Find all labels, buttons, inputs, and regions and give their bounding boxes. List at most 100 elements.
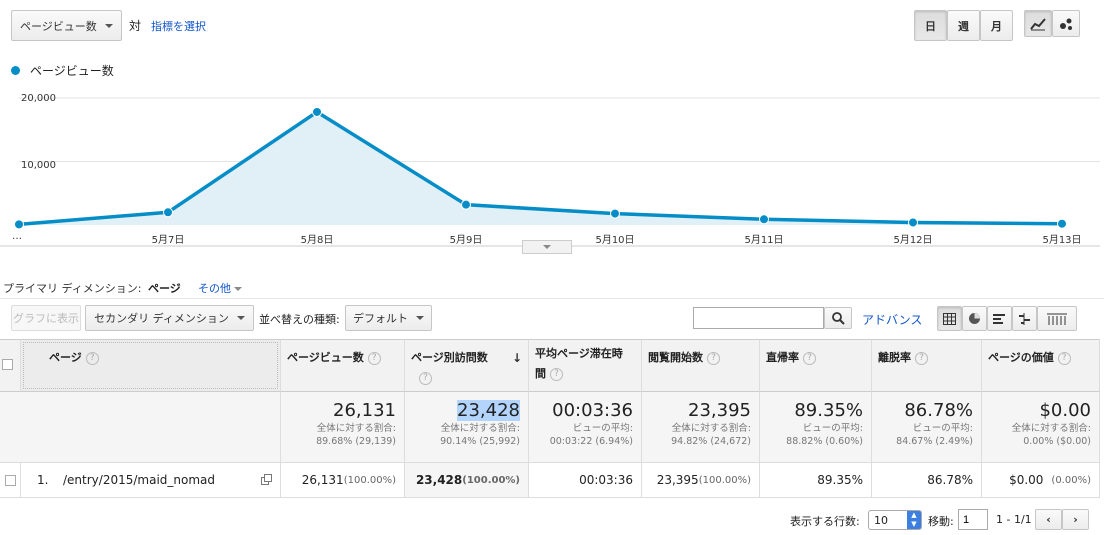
xtick-label: … bbox=[12, 231, 22, 242]
ytick-label-1: 10,000 bbox=[21, 160, 56, 171]
stepper-icon: ▲ ▼ bbox=[907, 511, 921, 529]
help-icon[interactable]: ? bbox=[1057, 351, 1071, 365]
data-point[interactable] bbox=[163, 207, 173, 218]
data-point[interactable] bbox=[14, 219, 24, 230]
goto-label: 移動: bbox=[928, 515, 954, 528]
period-day-button[interactable]: 日 bbox=[914, 10, 947, 41]
header-avg-time[interactable]: 平均ページ滞在時 間? bbox=[529, 339, 642, 392]
view-pivot-button[interactable] bbox=[1037, 306, 1077, 331]
help-icon[interactable]: ? bbox=[419, 371, 432, 385]
row-avg-time: 00:03:36 bbox=[529, 463, 642, 498]
select-all-header bbox=[0, 339, 21, 392]
header-unique-pageviews[interactable]: ページ別訪問数 ↓ ? bbox=[405, 339, 529, 392]
table-icon bbox=[943, 312, 956, 325]
header-bounce-rate[interactable]: 直帰率? bbox=[760, 339, 872, 392]
primary-dimension-other[interactable]: その他 bbox=[198, 280, 242, 296]
sort-label: 並べ替えの種類: bbox=[259, 313, 340, 326]
search-button[interactable] bbox=[824, 307, 852, 329]
xtick-label: 5月7日 bbox=[151, 235, 185, 246]
help-icon[interactable]: ? bbox=[707, 351, 720, 365]
totals-unique-pageviews: 23,428 全体に対する割合: 90.14% (25,992) bbox=[405, 392, 529, 463]
totals-entrances: 23,395 全体に対する割合: 94.82% (24,672) bbox=[642, 392, 760, 463]
pie-chart-icon bbox=[969, 313, 980, 324]
line-chart-button[interactable] bbox=[1024, 10, 1052, 37]
select-metric-link[interactable]: 指標を選択 bbox=[151, 18, 206, 34]
next-page-button[interactable]: › bbox=[1062, 509, 1089, 530]
header-entrances[interactable]: 閲覧開始数? bbox=[642, 339, 760, 392]
primary-dimension-current: ページ bbox=[148, 282, 181, 295]
header-exit-rate[interactable]: 離脱率? bbox=[872, 339, 982, 392]
period-week-button[interactable]: 週 bbox=[947, 10, 980, 41]
help-icon[interactable]: ? bbox=[367, 351, 381, 365]
chevron-down-icon bbox=[543, 245, 551, 249]
legend-label: ページビュー数 bbox=[30, 64, 114, 78]
select-all-checkbox[interactable] bbox=[2, 359, 13, 370]
row-page-value: $0.00 (0.00%) bbox=[982, 463, 1100, 498]
view-pie-button[interactable] bbox=[962, 306, 987, 331]
data-point[interactable] bbox=[610, 208, 620, 219]
prev-page-button[interactable]: ‹ bbox=[1035, 509, 1062, 530]
totals-bounce-rate: 89.35% ビューの平均: 88.82% (0.60%) bbox=[760, 392, 872, 463]
rows-per-page-label: 表示する行数: bbox=[790, 515, 860, 528]
row-index: 1. bbox=[37, 473, 49, 487]
ytick-label-0: 20,000 bbox=[21, 93, 56, 104]
totals-pageviews: 26,131 全体に対する割合: 89.68% (29,139) bbox=[281, 392, 405, 463]
header-page[interactable]: ページ? bbox=[21, 339, 281, 392]
search-icon bbox=[831, 311, 845, 325]
chevron-left-icon: ‹ bbox=[1046, 513, 1051, 526]
period-month-button[interactable]: 月 bbox=[980, 10, 1013, 41]
plot-rows-button[interactable]: グラフに表示 bbox=[11, 305, 81, 331]
series-line bbox=[18, 109, 1063, 227]
row-page-cell: 1. /entry/2015/maid_nomad bbox=[21, 463, 281, 498]
totals-exit-rate: 86.78% ビューの平均: 84.67% (2.49%) bbox=[872, 392, 982, 463]
chevron-down-icon bbox=[234, 287, 242, 291]
data-point[interactable] bbox=[908, 217, 918, 228]
data-point[interactable] bbox=[461, 199, 471, 210]
data-point[interactable] bbox=[759, 214, 769, 225]
chevron-down-icon bbox=[416, 316, 424, 320]
totals-page-value: $0.00 全体に対する割合: 0.00% ($0.00) bbox=[982, 392, 1100, 463]
legend-dot bbox=[11, 66, 20, 75]
search-input[interactable] bbox=[693, 307, 824, 329]
xtick-label: 5月9日 bbox=[449, 235, 483, 246]
totals-avg-time: 00:03:36 ビューの平均: 00:03:22 (6.94%) bbox=[529, 392, 642, 463]
xtick-label: 5月8日 bbox=[300, 235, 334, 246]
page-range: 1 - 1/1 bbox=[996, 513, 1032, 526]
sort-select[interactable]: デフォルト bbox=[345, 305, 432, 331]
chevron-right-icon: › bbox=[1073, 513, 1078, 526]
header-page-value[interactable]: ページの価値? bbox=[982, 339, 1100, 392]
pivot-icon bbox=[1047, 313, 1067, 325]
data-point[interactable] bbox=[312, 106, 322, 117]
header-page-outline bbox=[23, 342, 278, 389]
vs-label: 対 bbox=[129, 19, 142, 33]
help-icon[interactable]: ? bbox=[803, 351, 816, 365]
view-performance-button[interactable] bbox=[987, 306, 1012, 331]
help-icon[interactable]: ? bbox=[915, 351, 928, 365]
rows-per-page-select[interactable]: 10 ▲ ▼ bbox=[868, 510, 922, 530]
line-chart-icon bbox=[1030, 17, 1046, 30]
goto-page-input[interactable] bbox=[958, 509, 988, 530]
external-link-icon[interactable] bbox=[261, 474, 272, 488]
totals-spacer bbox=[0, 392, 281, 463]
help-icon[interactable]: ? bbox=[550, 367, 563, 381]
row-checkbox[interactable] bbox=[4, 474, 16, 486]
view-comparison-button[interactable] bbox=[1012, 306, 1037, 331]
table-row bbox=[0, 463, 21, 498]
xtick-label: 5月11日 bbox=[744, 235, 784, 246]
header-pageviews[interactable]: ページビュー数? bbox=[281, 339, 405, 392]
metric-select[interactable]: ページビュー数 bbox=[11, 10, 122, 41]
chart-expand-handle[interactable] bbox=[522, 240, 572, 254]
xtick-label: 5月10日 bbox=[595, 235, 635, 246]
view-table-button[interactable] bbox=[937, 306, 962, 331]
comparison-icon bbox=[1019, 312, 1030, 325]
row-page-link[interactable]: /entry/2015/maid_nomad bbox=[63, 473, 215, 487]
secondary-dimension-select[interactable]: セカンダリ ディメンション bbox=[85, 305, 254, 331]
data-point[interactable] bbox=[1057, 218, 1067, 229]
row-entrances: 23,395 (100.00%) bbox=[642, 463, 760, 498]
bubble-chart-icon bbox=[1060, 18, 1072, 30]
advanced-link[interactable]: アドバンス bbox=[862, 311, 922, 328]
xtick-label: 5月13日 bbox=[1042, 235, 1082, 246]
motion-chart-button[interactable] bbox=[1052, 10, 1080, 37]
chevron-down-icon bbox=[236, 316, 245, 320]
primary-dimension-label: プライマリ ディメンション: bbox=[3, 282, 142, 295]
